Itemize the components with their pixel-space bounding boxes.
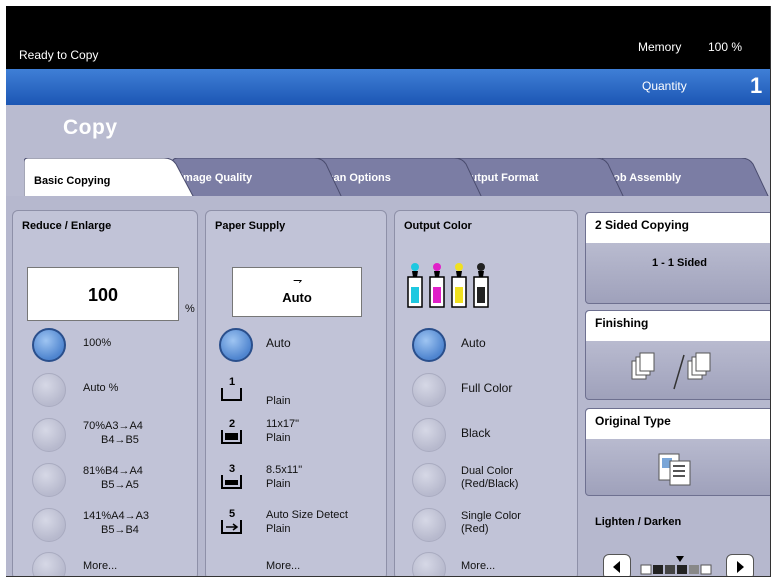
lighten-button[interactable] — [603, 554, 631, 576]
quantity-bar: Quantity 1 — [6, 69, 770, 105]
tray-size: 11x17" — [266, 418, 300, 430]
card-title: Original Type — [586, 409, 770, 439]
memory-value: 100 % — [708, 40, 743, 54]
quantity-label: Quantity — [642, 79, 687, 93]
svg-text:2: 2 — [229, 418, 235, 430]
option-label-line2: B5→A5 — [101, 479, 139, 491]
card-title: Finishing — [586, 311, 770, 341]
tray-2-button[interactable]: 2 — [219, 416, 245, 446]
option-label: More... — [83, 560, 118, 572]
reduce-100-radio[interactable] — [32, 328, 66, 362]
color-single-radio[interactable] — [412, 508, 446, 542]
status-bar: Ready to Copy Memory 100 % — [6, 6, 770, 69]
option-label: More... — [461, 560, 496, 572]
page-icon: ⇁ — [293, 275, 303, 287]
tab-label: Basic Copying — [34, 175, 111, 187]
memory-label: Memory — [638, 40, 682, 54]
status-message: Ready to Copy — [19, 48, 99, 62]
quantity-value[interactable]: 1 — [750, 73, 762, 99]
lighten-darken-control — [603, 554, 755, 576]
tray-type: Plain — [266, 523, 291, 535]
percent-unit: % — [185, 303, 195, 315]
svg-text:1: 1 — [229, 376, 235, 388]
color-dual-radio[interactable] — [412, 463, 446, 497]
svg-text:3: 3 — [229, 463, 235, 475]
reduce-enlarge-panel: Reduce / Enlarge 100 % 100% Auto % 70%A3… — [12, 210, 198, 576]
tray-type: Plain — [266, 432, 291, 444]
color-auto-radio[interactable] — [412, 328, 446, 362]
tray-size: Auto Size Detect — [266, 509, 348, 521]
color-more-radio[interactable] — [412, 552, 446, 576]
panel-title: Paper Supply — [215, 220, 286, 232]
tray-type: Plain — [266, 395, 291, 407]
panel-title: Output Color — [404, 220, 472, 232]
two-sided-value: 1 - 1 Sided — [651, 257, 708, 269]
darken-button[interactable] — [726, 554, 754, 576]
two-sided-copying-button[interactable]: 2 Sided Copying 1 - 1 Sided — [585, 212, 770, 304]
tray-5-button[interactable]: 5 — [219, 506, 245, 536]
option-label: Auto — [266, 336, 291, 350]
paper-supply-value-box[interactable]: ⇁ Auto — [232, 267, 362, 317]
tray-1-button[interactable]: 1 — [219, 374, 245, 404]
lighten-darken-label: Lighten / Darken — [595, 516, 682, 528]
option-label: 100% — [83, 337, 112, 349]
reduce-70-radio[interactable] — [32, 418, 66, 452]
color-full-radio[interactable] — [412, 373, 446, 407]
paper-auto-radio[interactable] — [219, 328, 253, 362]
original-type-button[interactable]: Original Type — [585, 408, 770, 496]
svg-text:5: 5 — [229, 508, 235, 520]
page-title: Copy — [63, 116, 118, 139]
option-label-line2: B5→B4 — [101, 524, 139, 536]
paper-supply-value: Auto — [282, 290, 312, 305]
tab-basic-copying[interactable]: Basic Copying — [24, 158, 194, 198]
darkness-scale — [639, 556, 719, 576]
reduce-enlarge-value-box[interactable]: 100 — [27, 267, 179, 321]
option-label-line2: B4→B5 — [101, 434, 139, 446]
reduce-enlarge-value: 100 — [87, 285, 119, 305]
option-label: Single Color (Red) — [461, 510, 521, 535]
paper-more-button[interactable]: More... — [266, 560, 300, 573]
option-label: Full Color — [461, 381, 513, 395]
tray-3-button[interactable]: 3 — [219, 461, 245, 491]
option-label: 81%B4→A4 — [83, 465, 143, 477]
output-color-panel: Output Color Auto Full Color Black Dual … — [394, 210, 578, 576]
option-label: 70%A3→A4 — [83, 420, 143, 432]
option-label: Black — [461, 426, 491, 440]
option-label: Dual Color (Red/Black) — [461, 465, 519, 490]
tray-size: 8.5x11" — [266, 464, 303, 476]
option-label: 141%A4→A3 — [83, 510, 150, 522]
toner-icon — [405, 261, 497, 311]
reduce-auto-radio[interactable] — [32, 373, 66, 407]
tab-content: Reduce / Enlarge 100 % 100% Auto % 70%A3… — [6, 196, 770, 576]
paper-supply-panel: Paper Supply ⇁ Auto Auto 1 Plain 2 11x17… — [205, 210, 387, 576]
option-label: Auto % — [83, 382, 119, 394]
panel-title: Reduce / Enlarge — [22, 220, 112, 232]
reduce-more-radio[interactable] — [32, 552, 66, 576]
tray-type: Plain — [266, 478, 291, 490]
card-title: 2 Sided Copying — [586, 213, 770, 243]
reduce-141-radio[interactable] — [32, 508, 66, 542]
color-black-radio[interactable] — [412, 418, 446, 452]
reduce-81-radio[interactable] — [32, 463, 66, 497]
finishing-icon — [628, 351, 728, 391]
finishing-button[interactable]: Finishing — [585, 310, 770, 400]
option-label: Auto — [461, 336, 486, 350]
photo-text-icon — [658, 453, 694, 487]
copier-screen: Ready to Copy Memory 100 % Quantity 1 Co… — [6, 6, 771, 577]
